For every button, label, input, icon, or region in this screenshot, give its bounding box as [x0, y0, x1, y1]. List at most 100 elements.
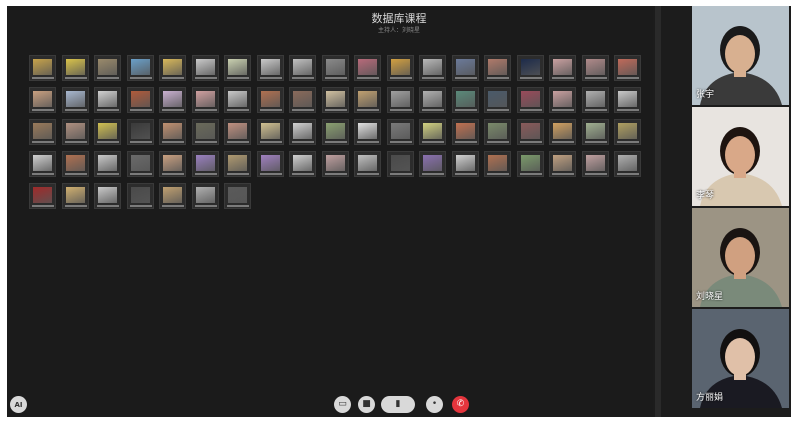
- participant-thumbnail[interactable]: [517, 119, 544, 145]
- participant-thumbnail[interactable]: [419, 87, 446, 113]
- participant-thumbnail[interactable]: [419, 151, 446, 177]
- participant-thumbnail[interactable]: [517, 87, 544, 113]
- participant-thumbnail[interactable]: [159, 55, 186, 81]
- participant-thumbnail[interactable]: [224, 55, 251, 81]
- participant-thumbnail[interactable]: [452, 119, 479, 145]
- participant-thumbnail[interactable]: [62, 183, 89, 209]
- participant-thumbnail[interactable]: [127, 55, 154, 81]
- participant-thumbnail[interactable]: [94, 151, 121, 177]
- participant-thumbnail[interactable]: [94, 119, 121, 145]
- video-feed[interactable]: 张宇: [692, 6, 789, 107]
- participant-thumbnail[interactable]: [419, 55, 446, 81]
- participant-thumbnail[interactable]: [614, 87, 641, 113]
- participant-thumbnail[interactable]: [62, 55, 89, 81]
- more-button[interactable]: •: [426, 396, 443, 413]
- participant-thumbnail[interactable]: [289, 55, 316, 81]
- participant-thumbnail[interactable]: [484, 87, 511, 113]
- participant-thumbnail[interactable]: [159, 87, 186, 113]
- participant-thumbnail[interactable]: [289, 87, 316, 113]
- participant-name-caption: [195, 173, 217, 175]
- participant-thumbnail[interactable]: [484, 55, 511, 81]
- participant-thumbnail[interactable]: [582, 87, 609, 113]
- participant-thumbnail[interactable]: [452, 87, 479, 113]
- participant-thumbnail[interactable]: [257, 151, 284, 177]
- participant-thumbnail[interactable]: [387, 55, 414, 81]
- participant-name-caption: [585, 141, 607, 143]
- participant-thumbnail[interactable]: [257, 55, 284, 81]
- video-feed[interactable]: 方丽娟: [692, 309, 789, 410]
- participant-thumbnail[interactable]: [62, 151, 89, 177]
- participant-name-caption: [422, 109, 444, 111]
- participant-thumbnail[interactable]: [484, 151, 511, 177]
- participant-thumbnail[interactable]: [127, 183, 154, 209]
- participant-thumbnail[interactable]: [549, 55, 576, 81]
- participant-thumbnail[interactable]: [257, 119, 284, 145]
- participant-thumbnail[interactable]: [322, 151, 349, 177]
- participant-thumbnail[interactable]: [29, 55, 56, 81]
- participant-thumbnail[interactable]: [127, 87, 154, 113]
- participant-thumbnail[interactable]: [387, 119, 414, 145]
- participant-thumbnail[interactable]: [94, 55, 121, 81]
- participant-thumbnail[interactable]: [354, 87, 381, 113]
- participant-thumbnail[interactable]: [224, 151, 251, 177]
- participant-thumbnail[interactable]: [224, 119, 251, 145]
- participant-thumbnail[interactable]: [549, 87, 576, 113]
- participant-thumbnail[interactable]: [94, 183, 121, 209]
- participant-thumbnail[interactable]: [549, 151, 576, 177]
- participant-thumbnail[interactable]: [387, 87, 414, 113]
- participant-thumbnail[interactable]: [127, 151, 154, 177]
- participant-thumbnail[interactable]: [224, 183, 251, 209]
- camera-button[interactable]: ■: [358, 396, 375, 413]
- participant-thumbnail[interactable]: [289, 151, 316, 177]
- participant-thumbnail[interactable]: [224, 87, 251, 113]
- participant-thumbnail[interactable]: [517, 55, 544, 81]
- participant-thumbnail[interactable]: [582, 119, 609, 145]
- participant-avatar: [66, 59, 85, 75]
- participant-thumbnail[interactable]: [29, 119, 56, 145]
- participant-thumbnail[interactable]: [387, 151, 414, 177]
- chat-button[interactable]: ▭: [334, 396, 351, 413]
- participant-thumbnail[interactable]: [614, 119, 641, 145]
- video-feed[interactable]: 刘晓星: [692, 208, 789, 309]
- participant-thumbnail[interactable]: [452, 151, 479, 177]
- participant-thumbnail[interactable]: [159, 183, 186, 209]
- participant-thumbnail[interactable]: [354, 119, 381, 145]
- participant-thumbnail[interactable]: [257, 87, 284, 113]
- participant-thumbnail[interactable]: [192, 183, 219, 209]
- participant-thumbnail[interactable]: [62, 87, 89, 113]
- panel-divider[interactable]: [655, 6, 661, 417]
- participant-name-caption: [65, 141, 87, 143]
- participant-thumbnail[interactable]: [419, 119, 446, 145]
- participant-thumbnail[interactable]: [29, 87, 56, 113]
- participant-thumbnail[interactable]: [192, 119, 219, 145]
- participant-thumbnail[interactable]: [192, 55, 219, 81]
- participant-thumbnail[interactable]: [322, 87, 349, 113]
- participant-thumbnail[interactable]: [452, 55, 479, 81]
- end-call-button[interactable]: ✆: [452, 396, 469, 413]
- participant-thumbnail[interactable]: [484, 119, 511, 145]
- participant-thumbnail[interactable]: [354, 55, 381, 81]
- participant-thumbnail[interactable]: [322, 55, 349, 81]
- participant-thumbnail[interactable]: [549, 119, 576, 145]
- participant-avatar: [326, 123, 345, 139]
- participant-thumbnail[interactable]: [29, 151, 56, 177]
- participant-thumbnail[interactable]: [159, 119, 186, 145]
- mic-button[interactable]: ▮: [381, 396, 415, 413]
- participant-name-caption: [227, 141, 249, 143]
- participant-thumbnail[interactable]: [29, 183, 56, 209]
- video-feed[interactable]: 李琴: [692, 107, 789, 208]
- participant-thumbnail[interactable]: [322, 119, 349, 145]
- participant-thumbnail[interactable]: [354, 151, 381, 177]
- participant-thumbnail[interactable]: [127, 119, 154, 145]
- participant-thumbnail[interactable]: [62, 119, 89, 145]
- participant-thumbnail[interactable]: [289, 119, 316, 145]
- participant-thumbnail[interactable]: [582, 151, 609, 177]
- participant-thumbnail[interactable]: [582, 55, 609, 81]
- participant-thumbnail[interactable]: [94, 87, 121, 113]
- participant-thumbnail[interactable]: [192, 87, 219, 113]
- participant-thumbnail[interactable]: [517, 151, 544, 177]
- participant-thumbnail[interactable]: [159, 151, 186, 177]
- participant-thumbnail[interactable]: [192, 151, 219, 177]
- participant-thumbnail[interactable]: [614, 55, 641, 81]
- participant-thumbnail[interactable]: [614, 151, 641, 177]
